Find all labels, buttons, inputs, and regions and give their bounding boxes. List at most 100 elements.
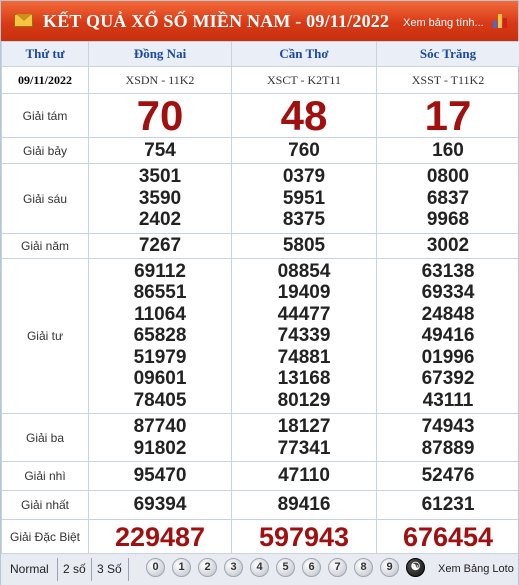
results-table: Thứ tư Đồng Nai Cần Thơ Sóc Trăng 09/11/… — [1, 41, 519, 555]
digit-4-button[interactable]: 4 — [250, 558, 269, 577]
widget-title: KẾT QUẢ XỔ SỐ MIỀN NAM - 09/11/2022 — [43, 11, 390, 31]
prize-cell: 5805 — [231, 233, 377, 259]
draw-code: XSDN - 11K2 — [88, 66, 232, 94]
prize-label: Giải ba — [1, 413, 89, 462]
prize-number: 24848 — [421, 303, 475, 325]
prize-number: 74881 — [277, 346, 331, 368]
digit-7-button[interactable]: 7 — [328, 558, 347, 577]
code-row: 09/11/2022 XSDN - 11K2 XSCT - K2T11 XSST… — [1, 66, 519, 94]
prize-number: 3501 — [138, 166, 182, 188]
prize-number: 760 — [288, 139, 320, 161]
prize-number: 754 — [144, 139, 176, 161]
prize-cell: 95470 — [88, 461, 232, 491]
prize-number: 09601 — [133, 368, 187, 390]
mode-2-digits[interactable]: 2 số — [63, 554, 86, 585]
prize-number: 3002 — [426, 235, 470, 257]
prize-number: 2402 — [138, 209, 182, 231]
prize-cell: 18127 77341 — [231, 413, 377, 462]
weekday-cell: Thứ tư — [1, 41, 89, 67]
prize-number: 89416 — [277, 494, 331, 516]
prize-cell: 74943 87889 — [376, 413, 519, 462]
view-loto-link[interactable]: Xem Bảng Loto — [438, 554, 514, 584]
prize-label: Giải sáu — [1, 163, 89, 234]
prize-number: 5951 — [282, 187, 326, 209]
prize-label: Giải tám — [1, 93, 89, 138]
prize-number: 87740 — [133, 416, 187, 437]
digit-1-button[interactable]: 1 — [172, 558, 191, 577]
mail-icon — [14, 14, 33, 27]
digit-9-button[interactable]: 9 — [380, 558, 399, 577]
view-table-link[interactable]: Xem bảng tính... — [403, 17, 484, 29]
special-prize-number: 229487 — [114, 521, 206, 552]
prize-label: Giải tư — [1, 258, 89, 414]
prize-cell: 87740 91802 — [88, 413, 232, 462]
digit-5-button[interactable]: 5 — [276, 558, 295, 577]
prize-number: 51979 — [133, 346, 187, 368]
prize-number: 9968 — [426, 209, 470, 231]
prize-row: Giải Đặc Biệt 229487 597943 676454 — [1, 519, 519, 555]
prize-row: Giải nhì 95470 47110 52476 — [1, 461, 519, 491]
prize-cell: 3501 3590 2402 — [88, 163, 232, 234]
digit-0-button[interactable]: 0 — [146, 558, 165, 577]
bar-chart-icon[interactable] — [493, 14, 509, 28]
prize-number: 6837 — [426, 187, 470, 209]
prize-number: 160 — [432, 139, 464, 161]
loto-toolbar: Normal 2 số 3 Số 0 1 2 3 4 5 6 7 8 9 ☯ Xem Bảng Lo… — [1, 553, 518, 585]
prize-number: 5805 — [282, 235, 326, 257]
prize-label: Giải nhì — [1, 461, 89, 491]
prize-number: 48 — [280, 91, 328, 139]
prize-row: Giải nhất 69394 89416 61231 — [1, 490, 519, 520]
yin-yang-icon[interactable]: ☯ — [406, 558, 425, 577]
prize-cell: 0379 5951 8375 — [231, 163, 377, 234]
prize-number: 44477 — [277, 303, 331, 325]
prize-cell: 08854 19409 44477 74339 74881 13168 80129 — [231, 258, 377, 414]
prize-number: 01996 — [421, 346, 475, 368]
prize-cell: 676454 — [376, 519, 519, 555]
prize-cell: 63138 69334 24848 49416 01996 67392 43111 — [376, 258, 519, 414]
prize-label: Giải nhất — [1, 490, 89, 520]
prize-number: 95470 — [133, 465, 187, 487]
prize-cell: 754 — [88, 137, 232, 164]
prize-cell: 48 — [231, 91, 377, 139]
prize-number: 69334 — [421, 282, 475, 304]
prize-cell: 52476 — [376, 461, 519, 491]
prize-number: 69394 — [133, 494, 187, 516]
prize-number: 18127 — [277, 416, 331, 437]
digit-3-button[interactable]: 3 — [224, 558, 243, 577]
prize-cell: 229487 — [88, 519, 232, 555]
prize-cell: 160 — [376, 137, 519, 164]
title-bar: KẾT QUẢ XỔ SỐ MIỀN NAM - 09/11/2022 Xem … — [1, 1, 518, 41]
mode-3-digits[interactable]: 3 Số — [97, 554, 122, 585]
prize-number: 49416 — [421, 325, 475, 347]
prize-number: 67392 — [421, 368, 475, 390]
prize-row: Giải tám 70 48 17 — [1, 91, 519, 139]
digit-8-button[interactable]: 8 — [354, 558, 373, 577]
prize-cell: 597943 — [231, 519, 377, 555]
prize-cell: 7267 — [88, 233, 232, 259]
prize-number: 65828 — [133, 325, 187, 347]
prize-number: 74943 — [421, 416, 475, 437]
prize-number: 08854 — [277, 260, 331, 282]
prize-cell: 89416 — [231, 490, 377, 520]
province-name[interactable]: Cần Thơ — [231, 41, 377, 67]
prize-cell: 69394 — [88, 490, 232, 520]
draw-code: XSCT - K2T11 — [231, 66, 377, 94]
prize-number: 63138 — [421, 260, 475, 282]
prize-row: Giải năm 7267 5805 3002 — [1, 233, 519, 259]
prize-cell: 70 — [88, 93, 232, 138]
prize-number: 11064 — [134, 303, 186, 325]
province-name[interactable]: Đồng Nai — [88, 41, 232, 67]
prize-cell: 47110 — [231, 461, 377, 491]
digit-2-button[interactable]: 2 — [198, 558, 217, 577]
prize-number: 3590 — [138, 187, 182, 209]
prize-number: 74339 — [277, 325, 331, 347]
prize-number: 52476 — [421, 465, 475, 487]
prize-number: 91802 — [133, 437, 187, 459]
special-prize-number: 597943 — [258, 521, 350, 552]
digit-6-button[interactable]: 6 — [302, 558, 321, 577]
province-name[interactable]: Sóc Trăng — [376, 41, 519, 67]
prize-label: Giải bảy — [1, 137, 89, 164]
prize-number: 17 — [424, 91, 472, 139]
mode-normal[interactable]: Normal — [10, 554, 49, 585]
draw-date: 09/11/2022 — [1, 66, 89, 94]
